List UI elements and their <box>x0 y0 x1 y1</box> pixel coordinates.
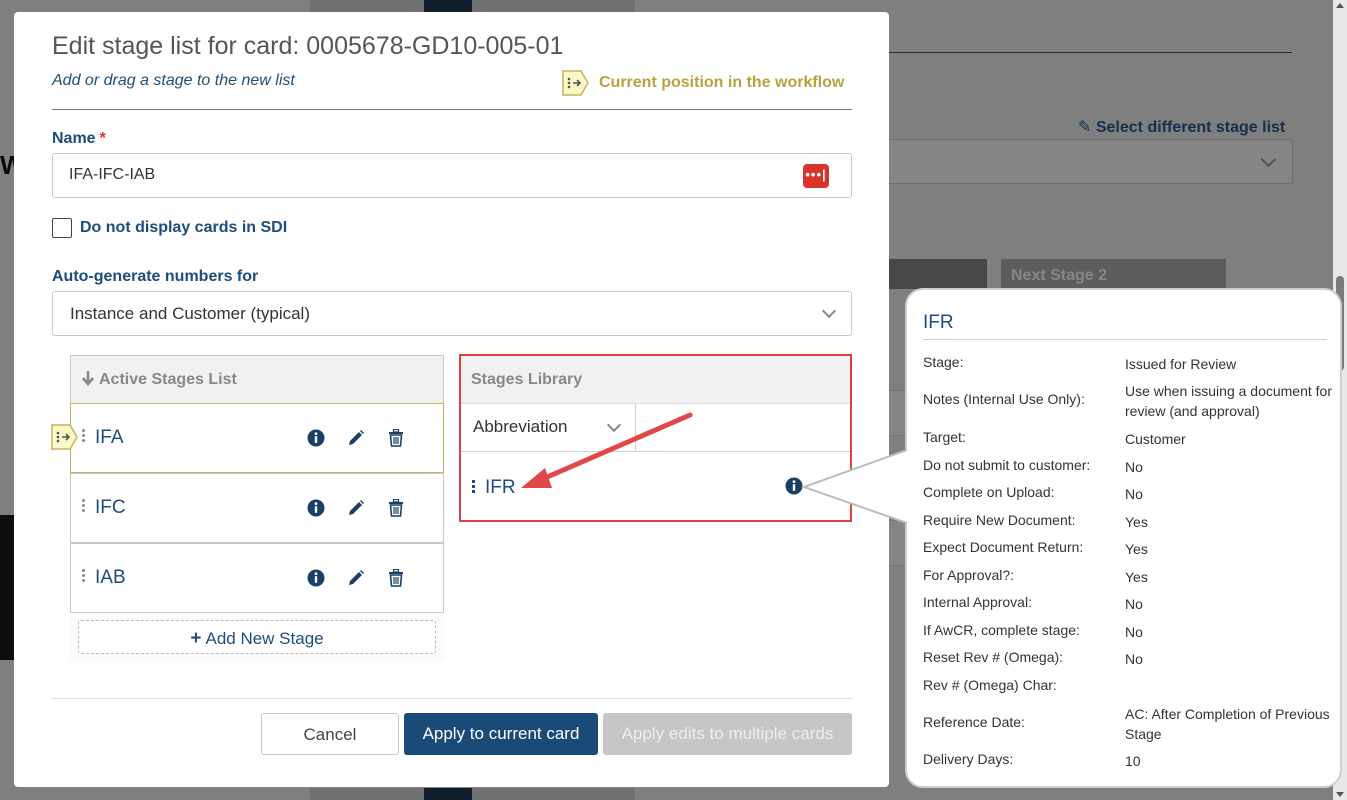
cancel-button[interactable]: Cancel <box>261 713 399 755</box>
stages-library-panel: Stages Library Abbreviation IFR <box>459 354 852 522</box>
do-not-display-sdi-checkbox[interactable] <box>52 218 72 238</box>
current-position-flag-icon <box>51 424 78 455</box>
active-stage-row[interactable]: IFA <box>70 403 444 473</box>
info-circle-icon[interactable] <box>307 428 325 448</box>
tooltip-title: IFR <box>923 312 954 333</box>
active-stage-row[interactable]: IAB <box>70 543 444 613</box>
active-stages-header-label: Active Stages List <box>99 371 237 388</box>
password-manager-icon[interactable]: •••| <box>803 164 829 188</box>
stage-info-tooltip: IFR Stage: Issued for Review Notes (Inter… <box>905 288 1342 788</box>
autogen-label: Auto-generate numbers for <box>52 268 259 285</box>
chevron-down-icon <box>606 417 622 433</box>
drag-handle-icon[interactable] <box>82 429 85 444</box>
pencil-icon[interactable] <box>347 428 365 448</box>
footer-divider <box>52 698 852 699</box>
arrow-down-icon <box>81 370 95 391</box>
trash-icon[interactable] <box>387 568 405 588</box>
current-position-flag-icon <box>562 70 589 96</box>
autogen-select[interactable]: Instance and Customer (typical) <box>52 291 852 336</box>
trash-icon[interactable] <box>387 428 405 448</box>
add-new-stage-label: Add New Stage <box>205 629 324 648</box>
library-stage-item[interactable]: IFR <box>485 477 516 499</box>
name-input-value: IFA-IFC-IAB <box>69 166 156 183</box>
drag-handle-icon[interactable] <box>472 480 475 495</box>
current-position-legend: Current position in the workflow <box>562 70 844 96</box>
stages-library-header: Stages Library <box>461 356 850 404</box>
do-not-display-sdi-label: Do not display cards in SDI <box>80 219 288 236</box>
current-position-label: Current position in the workflow <box>599 74 845 91</box>
name-label: Name * <box>52 130 106 147</box>
active-stage-name: IFA <box>95 427 124 448</box>
info-circle-icon[interactable] <box>307 568 325 588</box>
trash-icon[interactable] <box>387 498 405 518</box>
active-stage-name: IFC <box>95 497 126 518</box>
header-divider <box>52 109 852 110</box>
required-marker: * <box>99 130 106 147</box>
pencil-icon[interactable] <box>347 498 365 518</box>
autogen-select-value: Instance and Customer (typical) <box>70 304 310 323</box>
library-filter-value: Abbreviation <box>473 417 568 436</box>
library-filter-select[interactable]: Abbreviation <box>461 404 636 452</box>
chevron-down-icon <box>821 303 837 319</box>
name-input[interactable]: IFA-IFC-IAB •••| <box>52 153 852 198</box>
info-circle-icon[interactable] <box>307 498 325 518</box>
modal-title: Edit stage list for card: 0005678-GD10-0… <box>52 32 564 60</box>
active-stages-list: Active Stages List IFA IFC IAB <box>51 355 444 661</box>
active-stage-row[interactable]: IFC <box>70 473 444 543</box>
active-stage-name: IAB <box>95 567 126 588</box>
active-stages-header: Active Stages List <box>70 355 444 403</box>
sdi-checkbox-row: Do not display cards in SDI <box>52 218 287 238</box>
library-search-input[interactable] <box>636 404 850 452</box>
plus-icon: + <box>190 628 202 649</box>
info-circle-icon[interactable] <box>785 477 803 500</box>
apply-to-current-card-button[interactable]: Apply to current card <box>404 713 598 755</box>
pencil-icon[interactable] <box>347 568 365 588</box>
edit-stage-list-modal: Edit stage list for card: 0005678-GD10-0… <box>14 12 889 787</box>
apply-edits-multiple-cards-button[interactable]: Apply edits to multiple cards <box>603 713 852 755</box>
modal-subtitle: Add or drag a stage to the new list <box>52 72 295 89</box>
drag-handle-icon[interactable] <box>82 569 85 584</box>
add-new-stage-button[interactable]: + Add New Stage <box>78 620 436 654</box>
tooltip-divider <box>923 339 1327 340</box>
drag-handle-icon[interactable] <box>82 499 85 514</box>
